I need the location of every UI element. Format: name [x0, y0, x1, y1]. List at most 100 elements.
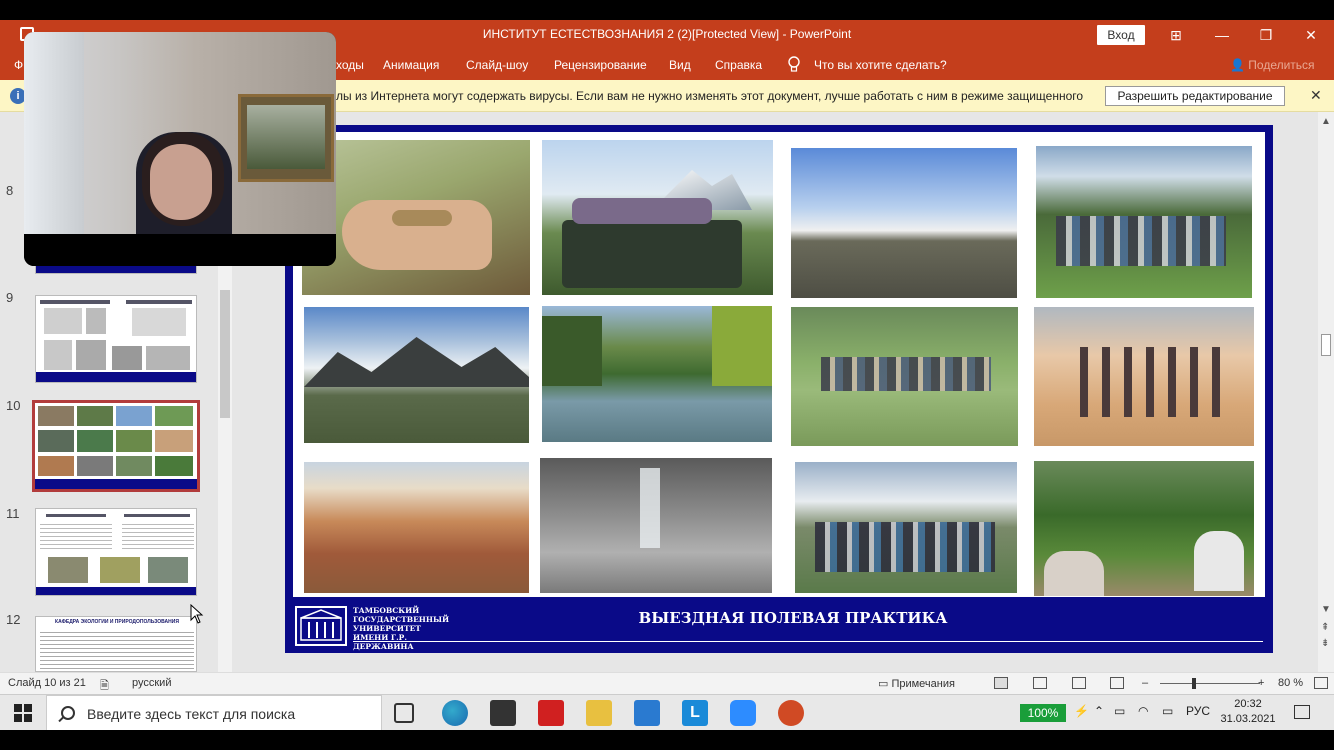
tell-me-search[interactable]: Что вы хотите сделать? — [814, 58, 947, 72]
edge-browser-icon[interactable] — [442, 700, 468, 726]
system-clock[interactable]: 20:32 31.03.2021 — [1220, 697, 1276, 727]
tab-help[interactable]: Справка — [715, 58, 762, 72]
notes-button[interactable]: ▭ Примечания — [878, 677, 955, 690]
mail-icon[interactable] — [634, 700, 660, 726]
status-bar: Слайд 10 из 21 🗎 русский ▭ Примечания – … — [0, 672, 1334, 694]
photo-steppe — [791, 148, 1017, 298]
person-face — [150, 144, 212, 220]
clock-time: 20:32 — [1234, 698, 1262, 710]
close-window-button[interactable]: ✕ — [1299, 23, 1323, 47]
search-placeholder: Введите здесь текст для поиска — [87, 706, 296, 722]
taskbar-search[interactable]: Введите здесь текст для поиска — [46, 695, 382, 731]
thumbnails-scroll-knob[interactable] — [220, 290, 230, 418]
monitor-icon[interactable]: ▭ — [1162, 704, 1173, 718]
powerpoint-app: ИНСТИТУТ ЕСТЕСТВОЗНАНИЯ 2 (2)[Protected … — [0, 0, 1334, 750]
tab-slideshow[interactable]: Слайд-шоу — [466, 58, 528, 72]
wall-painting — [238, 94, 334, 182]
footer-divider — [353, 641, 1263, 642]
tab-review[interactable]: Рецензирование — [554, 58, 647, 72]
photo-sand-group — [1034, 307, 1254, 446]
thumbnail-slide-12[interactable]: КАФЕДРА ЭКОЛОГИИ И ПРИРОДОПОЛЬЗОВАНИЯ — [35, 616, 197, 672]
notes-label: Примечания — [891, 678, 955, 690]
signin-button[interactable]: Вход — [1097, 25, 1145, 45]
tab-view[interactable]: Вид — [669, 58, 691, 72]
store-icon[interactable] — [490, 700, 516, 726]
slide-counter: Слайд 10 из 21 — [8, 677, 86, 689]
reading-view-icon[interactable] — [1072, 677, 1086, 689]
clock-date: 31.03.2021 — [1220, 713, 1276, 725]
photo-group-grass — [791, 307, 1018, 446]
thumb-number-9: 9 — [6, 290, 14, 305]
photo-red-hills — [304, 462, 529, 593]
photo-river — [542, 306, 772, 442]
zoom-level[interactable]: 80 % — [1278, 677, 1303, 689]
slide-vertical-scrollbar[interactable]: ▲ ▼ ⇞ ⇟ — [1318, 112, 1334, 672]
normal-view-icon[interactable] — [994, 677, 1008, 689]
app-l-icon[interactable]: L — [682, 700, 708, 726]
top-letterbox — [0, 0, 1334, 20]
share-button[interactable]: 👤 Поделиться — [1230, 58, 1315, 72]
zoom-app-icon[interactable] — [730, 700, 756, 726]
share-label: Поделиться — [1248, 58, 1315, 72]
file-explorer-icon[interactable] — [586, 700, 612, 726]
zoom-out-button[interactable]: – — [1142, 677, 1148, 689]
close-bar-icon[interactable]: ✕ — [1310, 87, 1322, 104]
windows-taskbar: Введите здесь текст для поиска L 100% ⚡ … — [0, 694, 1334, 732]
search-icon — [61, 706, 75, 720]
ribbon-display-icon[interactable]: ⊞ — [1164, 23, 1188, 47]
thumbnail-slide-10[interactable] — [32, 400, 200, 492]
photo-group-mountains — [795, 462, 1017, 593]
thumb-number-12: 12 — [6, 612, 21, 627]
enable-editing-button[interactable]: Разрешить редактирование — [1105, 86, 1285, 106]
scroll-up-arrow-icon[interactable]: ▲ — [1321, 116, 1331, 127]
photo-snowy-peaks — [304, 307, 529, 443]
thumb-number-11: 11 — [6, 506, 20, 521]
tray-chevron-icon[interactable]: ⌃ — [1094, 704, 1104, 718]
task-view-icon[interactable] — [394, 703, 414, 723]
photo-forest-trail — [1034, 461, 1254, 596]
prev-slide-icon[interactable]: ⇞ — [1321, 622, 1329, 633]
zoom-slider[interactable] — [1160, 683, 1260, 684]
zoom-in-button[interactable]: + — [1258, 677, 1264, 689]
input-language[interactable]: РУС — [1186, 704, 1210, 718]
photo-group-meadow — [1036, 146, 1252, 298]
restore-button[interactable]: ❐ — [1254, 23, 1278, 47]
slide-caption: ВЫЕЗДНАЯ ПОЛЕВАЯ ПРАКТИКА — [638, 609, 948, 627]
network-icon[interactable]: ▭ — [1114, 704, 1125, 718]
scroll-down-arrow-icon[interactable]: ▼ — [1321, 604, 1331, 615]
bottom-letterbox — [0, 730, 1334, 750]
tab-file[interactable]: Ф — [14, 58, 23, 72]
zoom-slider-thumb[interactable] — [1192, 678, 1196, 689]
thumb-number-10: 10 — [6, 398, 21, 413]
slide-scroll-knob[interactable] — [1321, 334, 1331, 356]
battery-indicator[interactable]: 100% — [1020, 704, 1066, 722]
slideshow-view-icon[interactable] — [1110, 677, 1124, 689]
mouse-cursor-icon — [190, 604, 204, 624]
app-red-icon[interactable] — [538, 700, 564, 726]
thumb-number-8: 8 — [6, 183, 14, 198]
slide-sorter-icon[interactable] — [1033, 677, 1047, 689]
next-slide-icon[interactable]: ⇟ — [1321, 638, 1329, 649]
battery-icon[interactable]: ⚡ — [1074, 704, 1089, 718]
fit-slide-icon[interactable] — [1314, 677, 1328, 689]
tab-transitions[interactable]: ходы — [336, 58, 364, 72]
photo-jeep-group — [542, 140, 773, 295]
thumbnail-slide-11[interactable] — [35, 508, 197, 596]
protected-view-message: лы из Интернета могут содержать вирусы. … — [336, 89, 1084, 103]
notifications-icon[interactable] — [1294, 705, 1310, 719]
photo-lizard — [302, 140, 530, 295]
tab-animation[interactable]: Анимация — [383, 58, 439, 72]
thumb-12-heading: КАФЕДРА ЭКОЛОГИИ И ПРИРОДОПОЛЬЗОВАНИЯ — [55, 619, 179, 625]
windows-start-icon[interactable] — [14, 704, 32, 722]
powerpoint-taskbar-icon[interactable] — [778, 700, 804, 732]
university-name: ТАМБОВСКИЙ ГОСУДАРСТВЕННЫЙ УНИВЕРСИТЕТ И… — [353, 606, 450, 651]
lightbulb-icon — [788, 56, 800, 72]
wifi-icon[interactable]: ◠ — [1138, 704, 1148, 718]
language-indicator[interactable]: русский — [132, 677, 171, 689]
photo-waterfall — [540, 458, 772, 593]
thumbnail-slide-9[interactable] — [35, 295, 197, 383]
minimize-button[interactable]: — — [1210, 23, 1234, 47]
video-call-overlay[interactable] — [24, 32, 336, 266]
slide-footer: ТАМБОВСКИЙ ГОСУДАРСТВЕННЫЙ УНИВЕРСИТЕТ И… — [293, 600, 1265, 651]
university-logo — [295, 606, 347, 646]
